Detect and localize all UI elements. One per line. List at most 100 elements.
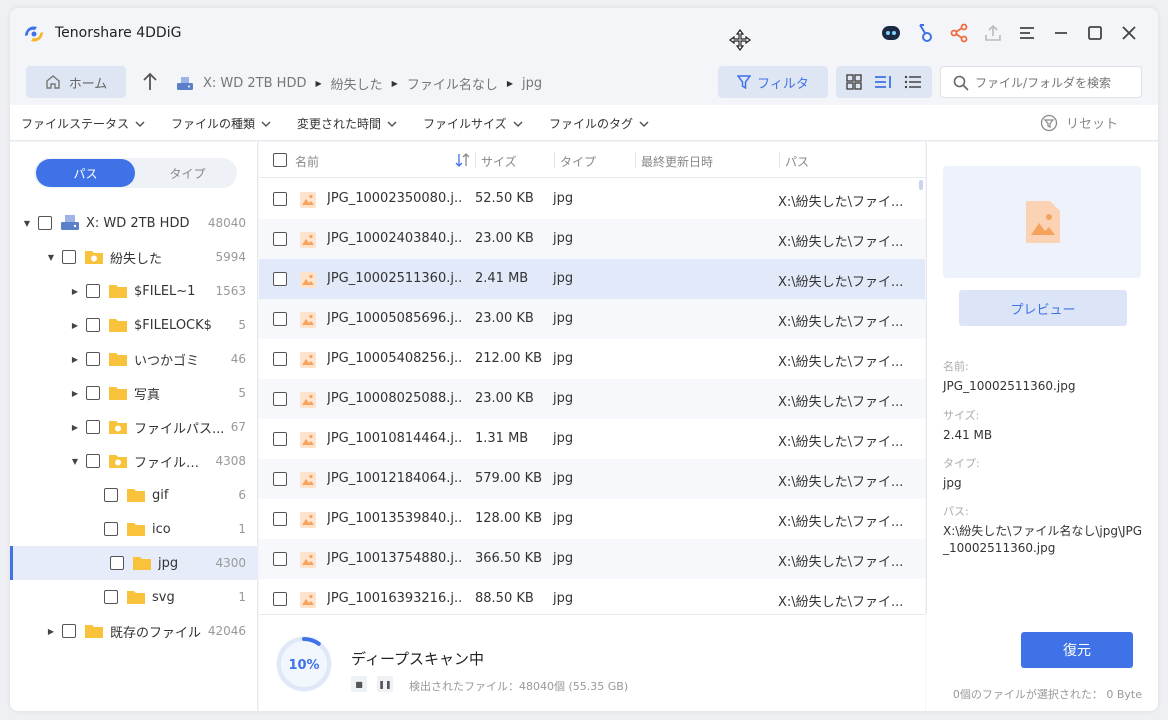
table-row[interactable]: JPG_10008025088.j... 23.00 KB jpg X:\紛失し…: [259, 379, 925, 419]
maximize-icon[interactable]: [1078, 20, 1112, 46]
table-row[interactable]: JPG_10005408256.j... 212.00 KB jpg X:\紛失…: [259, 339, 925, 379]
menu-icon[interactable]: [1010, 20, 1044, 46]
tree-checkbox[interactable]: [38, 216, 52, 230]
caret-right-icon[interactable]: ▶: [70, 287, 80, 296]
caret-down-icon[interactable]: ▼: [70, 457, 80, 466]
detail-view-icon[interactable]: [904, 74, 922, 90]
row-checkbox[interactable]: [273, 352, 287, 366]
column-divider[interactable]: [779, 152, 780, 168]
close-icon[interactable]: [1112, 20, 1146, 46]
table-row-selected[interactable]: JPG_10002511360.j... 2.41 MB jpg X:\紛失した…: [259, 259, 925, 299]
table-row[interactable]: JPG_10002403840.j... 23.00 KB jpg X:\紛失し…: [259, 219, 925, 259]
minimize-icon[interactable]: [1044, 20, 1078, 46]
tab-path[interactable]: パス: [36, 159, 135, 187]
search-input[interactable]: [975, 73, 1135, 93]
home-button[interactable]: ホーム: [26, 66, 126, 98]
caret-right-icon[interactable]: ▶: [70, 321, 80, 330]
tree-item-folder[interactable]: ▶ $FILELOCK$ 5: [10, 308, 258, 342]
table-row[interactable]: JPG_10005085696.j... 23.00 KB jpg X:\紛失し…: [259, 299, 925, 339]
row-checkbox[interactable]: [273, 592, 287, 606]
grid-view-icon[interactable]: [846, 74, 862, 90]
caret-right-icon[interactable]: ▶: [70, 389, 80, 398]
breadcrumb-item[interactable]: jpg: [522, 76, 542, 91]
column-header-path[interactable]: パス: [785, 153, 809, 170]
column-header-size[interactable]: サイズ: [481, 153, 517, 170]
table-row[interactable]: JPG_10016393216.j... 88.50 KB jpg X:\紛失し…: [259, 579, 925, 619]
filter-file-type[interactable]: ファイルの種類: [171, 115, 271, 132]
tree-checkbox[interactable]: [104, 488, 118, 502]
sort-icon[interactable]: [455, 153, 471, 167]
filter-file-size[interactable]: ファイルサイズ: [423, 115, 523, 132]
key-icon[interactable]: [908, 20, 942, 46]
scrollbar-thumb[interactable]: [919, 180, 923, 190]
robot-icon[interactable]: [874, 20, 908, 46]
caret-right-icon[interactable]: ▶: [46, 627, 56, 636]
tree-item-folder[interactable]: ▶ $FILEL~1 1563: [10, 274, 258, 308]
row-checkbox[interactable]: [273, 512, 287, 526]
row-checkbox[interactable]: [273, 312, 287, 326]
breadcrumb-item[interactable]: X: WD 2TB HDD: [203, 76, 306, 91]
column-divider[interactable]: [554, 152, 555, 168]
tree-item-folder[interactable]: ▶ いつかゴミ 46: [10, 342, 258, 376]
caret-down-icon[interactable]: ▼: [46, 253, 56, 262]
tree-item-folder-selected[interactable]: jpg 4300: [10, 546, 258, 580]
column-divider[interactable]: [475, 152, 476, 168]
row-checkbox[interactable]: [273, 552, 287, 566]
row-checkbox[interactable]: [273, 272, 287, 286]
column-header-modified[interactable]: 最終更新日時: [641, 153, 713, 170]
reset-button[interactable]: リセット: [1040, 113, 1118, 132]
tree-item-folder[interactable]: ▼ ファイル名... 4308: [10, 444, 258, 478]
caret-down-icon[interactable]: ▼: [22, 219, 32, 228]
filter-file-status[interactable]: ファイルステータス: [21, 115, 145, 132]
row-checkbox[interactable]: [273, 432, 287, 446]
tree-item-folder[interactable]: ▶ ファイルパス... 67: [10, 410, 258, 444]
filter-button[interactable]: フィルタ: [718, 66, 828, 98]
row-checkbox[interactable]: [273, 392, 287, 406]
table-row[interactable]: JPG_10012184064.j... 579.00 KB jpg X:\紛失…: [259, 459, 925, 499]
column-header-name[interactable]: 名前: [295, 153, 319, 170]
tree-checkbox[interactable]: [86, 420, 100, 434]
tree-checkbox[interactable]: [86, 386, 100, 400]
tree-item-folder[interactable]: ▶ 写真 5: [10, 376, 258, 410]
upload-icon[interactable]: [976, 20, 1010, 46]
tree-checkbox[interactable]: [62, 624, 76, 638]
table-row[interactable]: JPG_10013754880.j... 366.50 KB jpg X:\紛失…: [259, 539, 925, 579]
breadcrumb-item[interactable]: ファイル名なし: [407, 74, 498, 93]
caret-right-icon[interactable]: ▶: [70, 423, 80, 432]
table-row[interactable]: JPG_10002350080.j... 52.50 KB jpg X:\紛失し…: [259, 179, 925, 219]
tree-checkbox[interactable]: [86, 284, 100, 298]
preview-button[interactable]: プレビュー: [959, 290, 1127, 326]
tree-item-folder[interactable]: svg 1: [10, 580, 258, 614]
stop-button[interactable]: ■: [351, 676, 367, 692]
row-checkbox[interactable]: [273, 472, 287, 486]
tree-checkbox[interactable]: [86, 318, 100, 332]
table-row[interactable]: JPG_10013539840.j... 128.00 KB jpg X:\紛失…: [259, 499, 925, 539]
share-icon[interactable]: [942, 20, 976, 46]
select-all-checkbox[interactable]: [273, 153, 287, 167]
list-view-icon[interactable]: [874, 74, 892, 90]
tree-checkbox[interactable]: [110, 556, 124, 570]
row-checkbox[interactable]: [273, 232, 287, 246]
tree-item-folder[interactable]: ico 1: [10, 512, 258, 546]
tab-type[interactable]: タイプ: [138, 159, 237, 187]
tree-item-folder[interactable]: gif 6: [10, 478, 258, 512]
caret-right-icon[interactable]: ▶: [70, 355, 80, 364]
filter-modified-time[interactable]: 変更された時間: [297, 115, 397, 132]
tree-checkbox[interactable]: [86, 454, 100, 468]
table-row[interactable]: JPG_10010814464.j... 1.31 MB jpg X:\紛失した…: [259, 419, 925, 459]
tree-checkbox[interactable]: [62, 250, 76, 264]
tree-item-lost[interactable]: ▼ 紛失した 5994: [10, 240, 258, 274]
recover-button[interactable]: 復元: [1021, 632, 1133, 668]
tree-checkbox[interactable]: [104, 522, 118, 536]
column-header-type[interactable]: タイプ: [560, 153, 596, 170]
tree-item-folder[interactable]: ▶ 既存のファイル 42046: [10, 614, 258, 648]
tree-checkbox[interactable]: [104, 590, 118, 604]
breadcrumb-item[interactable]: 紛失した: [331, 74, 383, 93]
tree-item-drive[interactable]: ▼ X: WD 2TB HDD 48040: [10, 206, 258, 240]
row-checkbox[interactable]: [273, 192, 287, 206]
pause-button[interactable]: ❚❚: [377, 676, 393, 692]
column-divider[interactable]: [635, 152, 636, 168]
up-arrow-icon[interactable]: [142, 72, 158, 92]
filter-file-tag[interactable]: ファイルのタグ: [549, 115, 649, 132]
tree-checkbox[interactable]: [86, 352, 100, 366]
